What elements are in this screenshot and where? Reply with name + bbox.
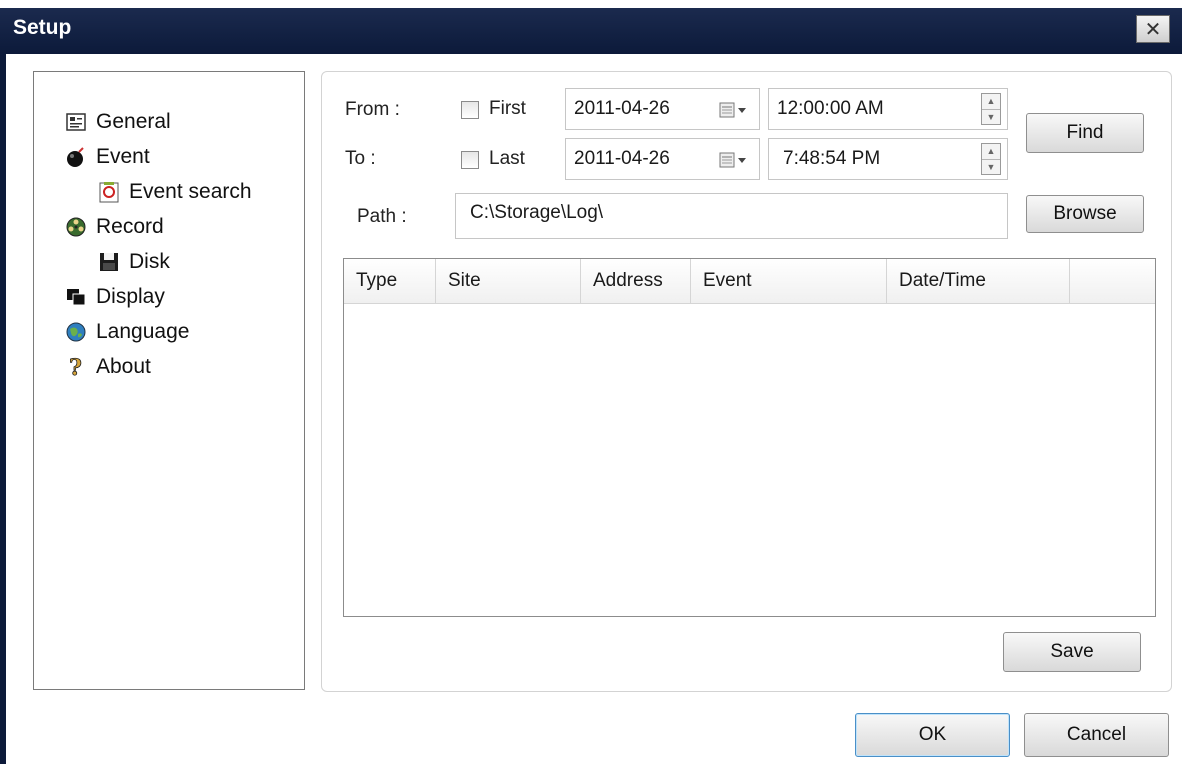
svg-text:?: ? bbox=[69, 356, 82, 378]
tree-item-label: Language bbox=[96, 320, 190, 343]
general-icon bbox=[65, 111, 87, 133]
tree-item-label: Event search bbox=[129, 180, 252, 203]
path-label: Path : bbox=[357, 206, 407, 227]
to-time-value: 7:48:54 PM bbox=[783, 148, 881, 169]
from-time-spinner[interactable]: ▲ ▼ bbox=[981, 93, 1001, 125]
spin-up-icon[interactable]: ▲ bbox=[982, 144, 1000, 159]
to-time-spinner[interactable]: ▲ ▼ bbox=[981, 143, 1001, 175]
path-input[interactable]: C:\Storage\Log\ bbox=[455, 193, 1008, 239]
tree-item-label: About bbox=[96, 355, 151, 378]
close-button[interactable]: ✕ bbox=[1136, 15, 1170, 43]
tree-item-label: Record bbox=[96, 215, 164, 238]
to-label: To : bbox=[345, 148, 376, 169]
settings-tree: General Event Event search Record Disk D… bbox=[33, 71, 305, 690]
path-value: C:\Storage\Log\ bbox=[470, 202, 604, 223]
from-label: From : bbox=[345, 99, 400, 120]
first-label: First bbox=[489, 98, 526, 119]
table-header: Type Site Address Event Date/Time bbox=[344, 259, 1155, 304]
save-button[interactable]: Save bbox=[1003, 632, 1141, 672]
display-icon bbox=[65, 286, 87, 308]
window-title: Setup bbox=[13, 16, 72, 39]
calendar-dropdown-icon[interactable] bbox=[719, 101, 749, 119]
column-header-type[interactable]: Type bbox=[344, 259, 436, 303]
event-results-table[interactable]: Type Site Address Event Date/Time bbox=[343, 258, 1156, 617]
floppy-disk-icon bbox=[98, 251, 120, 273]
to-date-picker[interactable]: 2011-04-26 bbox=[565, 138, 760, 180]
window-left-border bbox=[0, 54, 6, 764]
setup-window: Setup ✕ General Event Event search Recor… bbox=[0, 0, 1182, 764]
from-time-field[interactable]: 12:00:00 AM ▲ ▼ bbox=[768, 88, 1008, 130]
tree-item-language[interactable]: Language bbox=[65, 320, 189, 344]
question-icon: ? bbox=[65, 356, 87, 378]
last-label: Last bbox=[489, 148, 525, 169]
title-bar[interactable]: Setup ✕ bbox=[0, 8, 1182, 54]
bomb-icon bbox=[65, 146, 87, 168]
tree-item-about[interactable]: ? About bbox=[65, 355, 151, 379]
tree-item-disk[interactable]: Disk bbox=[98, 250, 170, 274]
browse-button[interactable]: Browse bbox=[1026, 195, 1144, 233]
from-date-value: 2011-04-26 bbox=[574, 98, 670, 119]
column-header-site[interactable]: Site bbox=[436, 259, 581, 303]
close-icon: ✕ bbox=[1144, 18, 1162, 41]
tree-item-record[interactable]: Record bbox=[65, 215, 164, 239]
film-reel-icon bbox=[65, 216, 87, 238]
tree-item-label: Display bbox=[96, 285, 165, 308]
from-time-value: 12:00:00 AM bbox=[777, 98, 884, 119]
to-date-value: 2011-04-26 bbox=[574, 148, 670, 169]
spin-down-icon[interactable]: ▼ bbox=[982, 158, 1000, 175]
ok-button[interactable]: OK bbox=[855, 713, 1010, 757]
find-button[interactable]: Find bbox=[1026, 113, 1144, 153]
column-header-event[interactable]: Event bbox=[691, 259, 887, 303]
last-checkbox[interactable] bbox=[461, 151, 479, 169]
tree-item-label: Disk bbox=[129, 250, 170, 273]
spin-up-icon[interactable]: ▲ bbox=[982, 94, 1000, 109]
from-date-picker[interactable]: 2011-04-26 bbox=[565, 88, 760, 130]
first-checkbox[interactable] bbox=[461, 101, 479, 119]
tree-item-event[interactable]: Event bbox=[65, 145, 150, 169]
cancel-button[interactable]: Cancel bbox=[1024, 713, 1169, 757]
tree-item-general[interactable]: General bbox=[65, 110, 171, 134]
tree-item-event-search[interactable]: Event search bbox=[98, 180, 252, 204]
calendar-dropdown-icon[interactable] bbox=[719, 151, 749, 169]
event-search-icon bbox=[98, 181, 120, 203]
column-header-address[interactable]: Address bbox=[581, 259, 691, 303]
globe-icon bbox=[65, 321, 87, 343]
column-header-datetime[interactable]: Date/Time bbox=[887, 259, 1070, 303]
tree-item-label: Event bbox=[96, 145, 150, 168]
spin-down-icon[interactable]: ▼ bbox=[982, 108, 1000, 125]
tree-item-label: General bbox=[96, 110, 171, 133]
tree-item-display[interactable]: Display bbox=[65, 285, 165, 309]
column-header-empty bbox=[1070, 259, 1155, 303]
to-time-field[interactable]: 7:48:54 PM ▲ ▼ bbox=[768, 138, 1008, 180]
